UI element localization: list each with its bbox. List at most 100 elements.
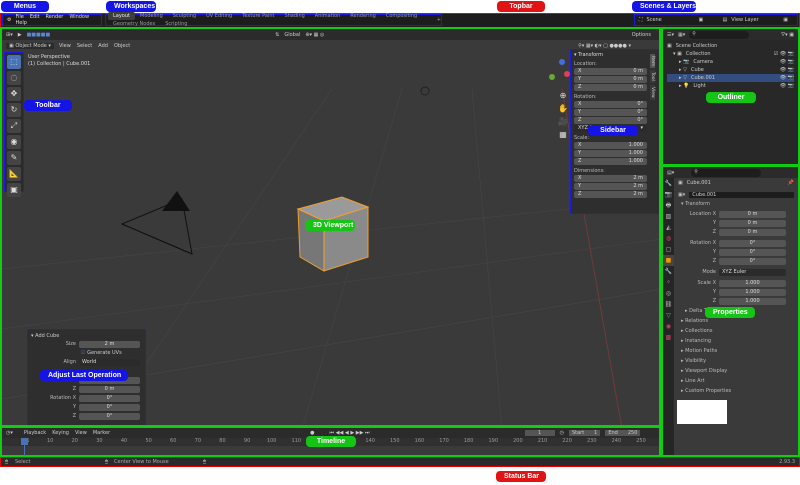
section-visibility[interactable]: ▸ Visibility bbox=[675, 356, 798, 366]
sidebar-tab-item[interactable]: Item bbox=[650, 54, 655, 69]
object-tab-icon[interactable]: ■ bbox=[663, 255, 674, 266]
location-x-field[interactable]: 0 m bbox=[719, 210, 786, 218]
section-viewport-display[interactable]: ▸ Viewport Display bbox=[675, 366, 798, 376]
section-custom-properties[interactable]: ▸ Custom Properties bbox=[675, 386, 798, 396]
visibility-icons[interactable]: 👁 📷 bbox=[780, 83, 794, 89]
viewport-menu-view[interactable]: View bbox=[59, 43, 71, 49]
section-line-art[interactable]: ▸ Line Art bbox=[675, 376, 798, 386]
camera-view-icon[interactable]: 🎥 bbox=[558, 115, 568, 128]
tab-texture-paint[interactable]: Texture Paint bbox=[237, 12, 279, 20]
align-dropdown[interactable]: World bbox=[79, 358, 140, 366]
material-tab-icon[interactable]: ◉ bbox=[663, 321, 674, 332]
view-layer-name[interactable]: View Layer bbox=[731, 17, 779, 23]
transform-panel-header[interactable]: ▾ Transform bbox=[574, 52, 647, 58]
scl-x-field[interactable]: X 1.000 bbox=[574, 142, 647, 149]
rotation-z-field[interactable]: 0° bbox=[719, 257, 786, 265]
tab-uv-editing[interactable]: UV Editing bbox=[201, 12, 237, 20]
select-box-icon[interactable]: ⬚ bbox=[7, 55, 21, 69]
mode-dropdown[interactable]: ▣ Object Mode ▾ bbox=[6, 42, 54, 49]
object-name-field[interactable]: Cube.001 bbox=[689, 192, 794, 198]
pan-hand-icon[interactable]: ✋ bbox=[558, 102, 568, 115]
location-z-field[interactable]: 0 m bbox=[79, 385, 140, 393]
constraints-tab-icon[interactable]: ⛓ bbox=[663, 299, 674, 310]
generate-uvs-checkbox[interactable]: ☑ bbox=[81, 350, 85, 356]
editor-type-icon[interactable]: ◷▾ bbox=[6, 430, 13, 436]
collection-tab-icon[interactable]: ▢ bbox=[663, 244, 674, 255]
rot-z-field[interactable]: Z 0° bbox=[574, 117, 647, 124]
display-mode-icon[interactable]: ▦▾ bbox=[678, 32, 685, 38]
measure-icon[interactable]: 📐 bbox=[7, 167, 21, 181]
new-scene-icon[interactable]: ▣ bbox=[699, 17, 719, 23]
rotation-mode-dropdown[interactable]: XYZ Euler bbox=[719, 268, 786, 276]
loc-z-field[interactable]: Z 0 m bbox=[574, 84, 647, 91]
timeline-menu-keying[interactable]: Keying bbox=[52, 430, 69, 436]
scale-y-field[interactable]: 1.000 bbox=[719, 288, 786, 296]
tab-shading[interactable]: Shading bbox=[279, 12, 309, 20]
loc-y-field[interactable]: Y 0 m bbox=[574, 76, 647, 83]
cursor-icon[interactable]: ◌ bbox=[7, 71, 21, 85]
rotation-y-field[interactable]: 0° bbox=[719, 248, 786, 256]
sidebar-tab-view[interactable]: View bbox=[650, 85, 655, 100]
view-layer-tab-icon[interactable]: ▨ bbox=[663, 211, 674, 222]
scale-z-field[interactable]: 1.000 bbox=[719, 297, 786, 305]
blender-logo-icon[interactable]: ⚙ bbox=[7, 17, 11, 23]
end-frame-field[interactable]: End 250 bbox=[605, 430, 641, 436]
sidebar-tab-tool[interactable]: Tool bbox=[650, 70, 655, 83]
location-y-field[interactable]: 0 m bbox=[719, 219, 786, 227]
tab-sculpting[interactable]: Sculpting bbox=[168, 12, 201, 20]
visibility-icons[interactable]: 👁 📷 bbox=[780, 59, 794, 65]
dim-x-field[interactable]: X 2 m bbox=[574, 175, 647, 182]
tab-modeling[interactable]: Modeling bbox=[135, 12, 168, 20]
ortho-grid-icon[interactable]: ▦ bbox=[558, 128, 568, 141]
preview-range-icon[interactable]: ◷ bbox=[560, 430, 564, 436]
editor-type-icon[interactable]: ☰▾ bbox=[667, 32, 674, 38]
editor-type-icon[interactable]: ⊞▾ bbox=[6, 32, 13, 38]
start-frame-field[interactable]: Start 1 bbox=[568, 430, 601, 436]
tab-compositing[interactable]: Compositing bbox=[381, 12, 422, 20]
world-tab-icon[interactable]: ◍ bbox=[663, 233, 674, 244]
physics-tab-icon[interactable]: ◎ bbox=[663, 288, 674, 299]
view-layer-icon[interactable]: ▤ bbox=[723, 17, 728, 23]
menu-render[interactable]: Render bbox=[46, 14, 64, 20]
orientation-icon[interactable]: ⇅ bbox=[275, 32, 279, 38]
scene-name[interactable]: Scene bbox=[647, 17, 695, 23]
output-tab-icon[interactable]: 🖶 bbox=[663, 200, 674, 211]
shading-buttons[interactable]: ⚲▾ ▦▾ ◐▾ ▢ ●●●● ▾ bbox=[578, 43, 631, 49]
tool-tab-icon[interactable]: 🔧 bbox=[663, 178, 674, 189]
snap-icon[interactable]: ⊕▾ ▦ ◎ bbox=[305, 32, 324, 38]
rot-x-field[interactable]: X 0° bbox=[574, 101, 647, 108]
size-field[interactable]: 2 m bbox=[79, 340, 140, 348]
outliner-item-light[interactable]: ▸ 💡 Light 👁 📷 bbox=[667, 82, 794, 90]
menu-help[interactable]: Help bbox=[15, 20, 26, 26]
menu-window[interactable]: Window bbox=[69, 14, 89, 20]
transform-section[interactable]: ▾ Transform bbox=[675, 199, 798, 209]
search-input[interactable]: ⚲ bbox=[691, 168, 762, 177]
timeline-menu-view[interactable]: View bbox=[75, 430, 87, 436]
rotation-z-field[interactable]: 0° bbox=[79, 412, 140, 420]
loc-x-field[interactable]: X 0 m bbox=[574, 68, 647, 75]
select-mode-icon[interactable]: ▶ bbox=[18, 32, 22, 38]
scale-icon[interactable]: ⤢ bbox=[7, 119, 21, 133]
outliner-item-camera[interactable]: ▸ 📷 Camera 👁 📷 bbox=[667, 58, 794, 66]
selection-mode-icons[interactable]: ■■■■■ bbox=[27, 32, 51, 38]
timeline-menu-marker[interactable]: Marker bbox=[93, 430, 110, 436]
search-input[interactable]: ⚲ bbox=[689, 30, 750, 39]
rotation-x-field[interactable]: 0° bbox=[719, 239, 786, 247]
texture-tab-icon[interactable]: ▩ bbox=[663, 332, 674, 343]
visibility-icons[interactable]: 👁 📷 bbox=[780, 67, 794, 73]
tab-animation[interactable]: Animation bbox=[310, 12, 346, 20]
section-instancing[interactable]: ▸ Instancing bbox=[675, 336, 798, 346]
options-dropdown[interactable]: Options bbox=[632, 32, 651, 38]
dim-y-field[interactable]: Y 2 m bbox=[574, 183, 647, 190]
particles-tab-icon[interactable]: ⁘ bbox=[663, 277, 674, 288]
add-cube-icon[interactable]: ▣ bbox=[7, 183, 21, 197]
transform-orientation[interactable]: Global bbox=[284, 32, 300, 38]
outliner-item-cube-001[interactable]: ▸ ▽ Cube.001 👁 📷 bbox=[667, 74, 794, 82]
keyframe-area[interactable] bbox=[2, 446, 659, 455]
tab-layout[interactable]: Layout bbox=[108, 12, 135, 20]
section-motion-paths[interactable]: ▸ Motion Paths bbox=[675, 346, 798, 356]
menu-edit[interactable]: Edit bbox=[30, 14, 40, 20]
playhead[interactable] bbox=[21, 438, 30, 456]
render-tab-icon[interactable]: 📷 bbox=[663, 189, 674, 200]
visibility-icons[interactable]: 👁 📷 bbox=[780, 75, 794, 81]
